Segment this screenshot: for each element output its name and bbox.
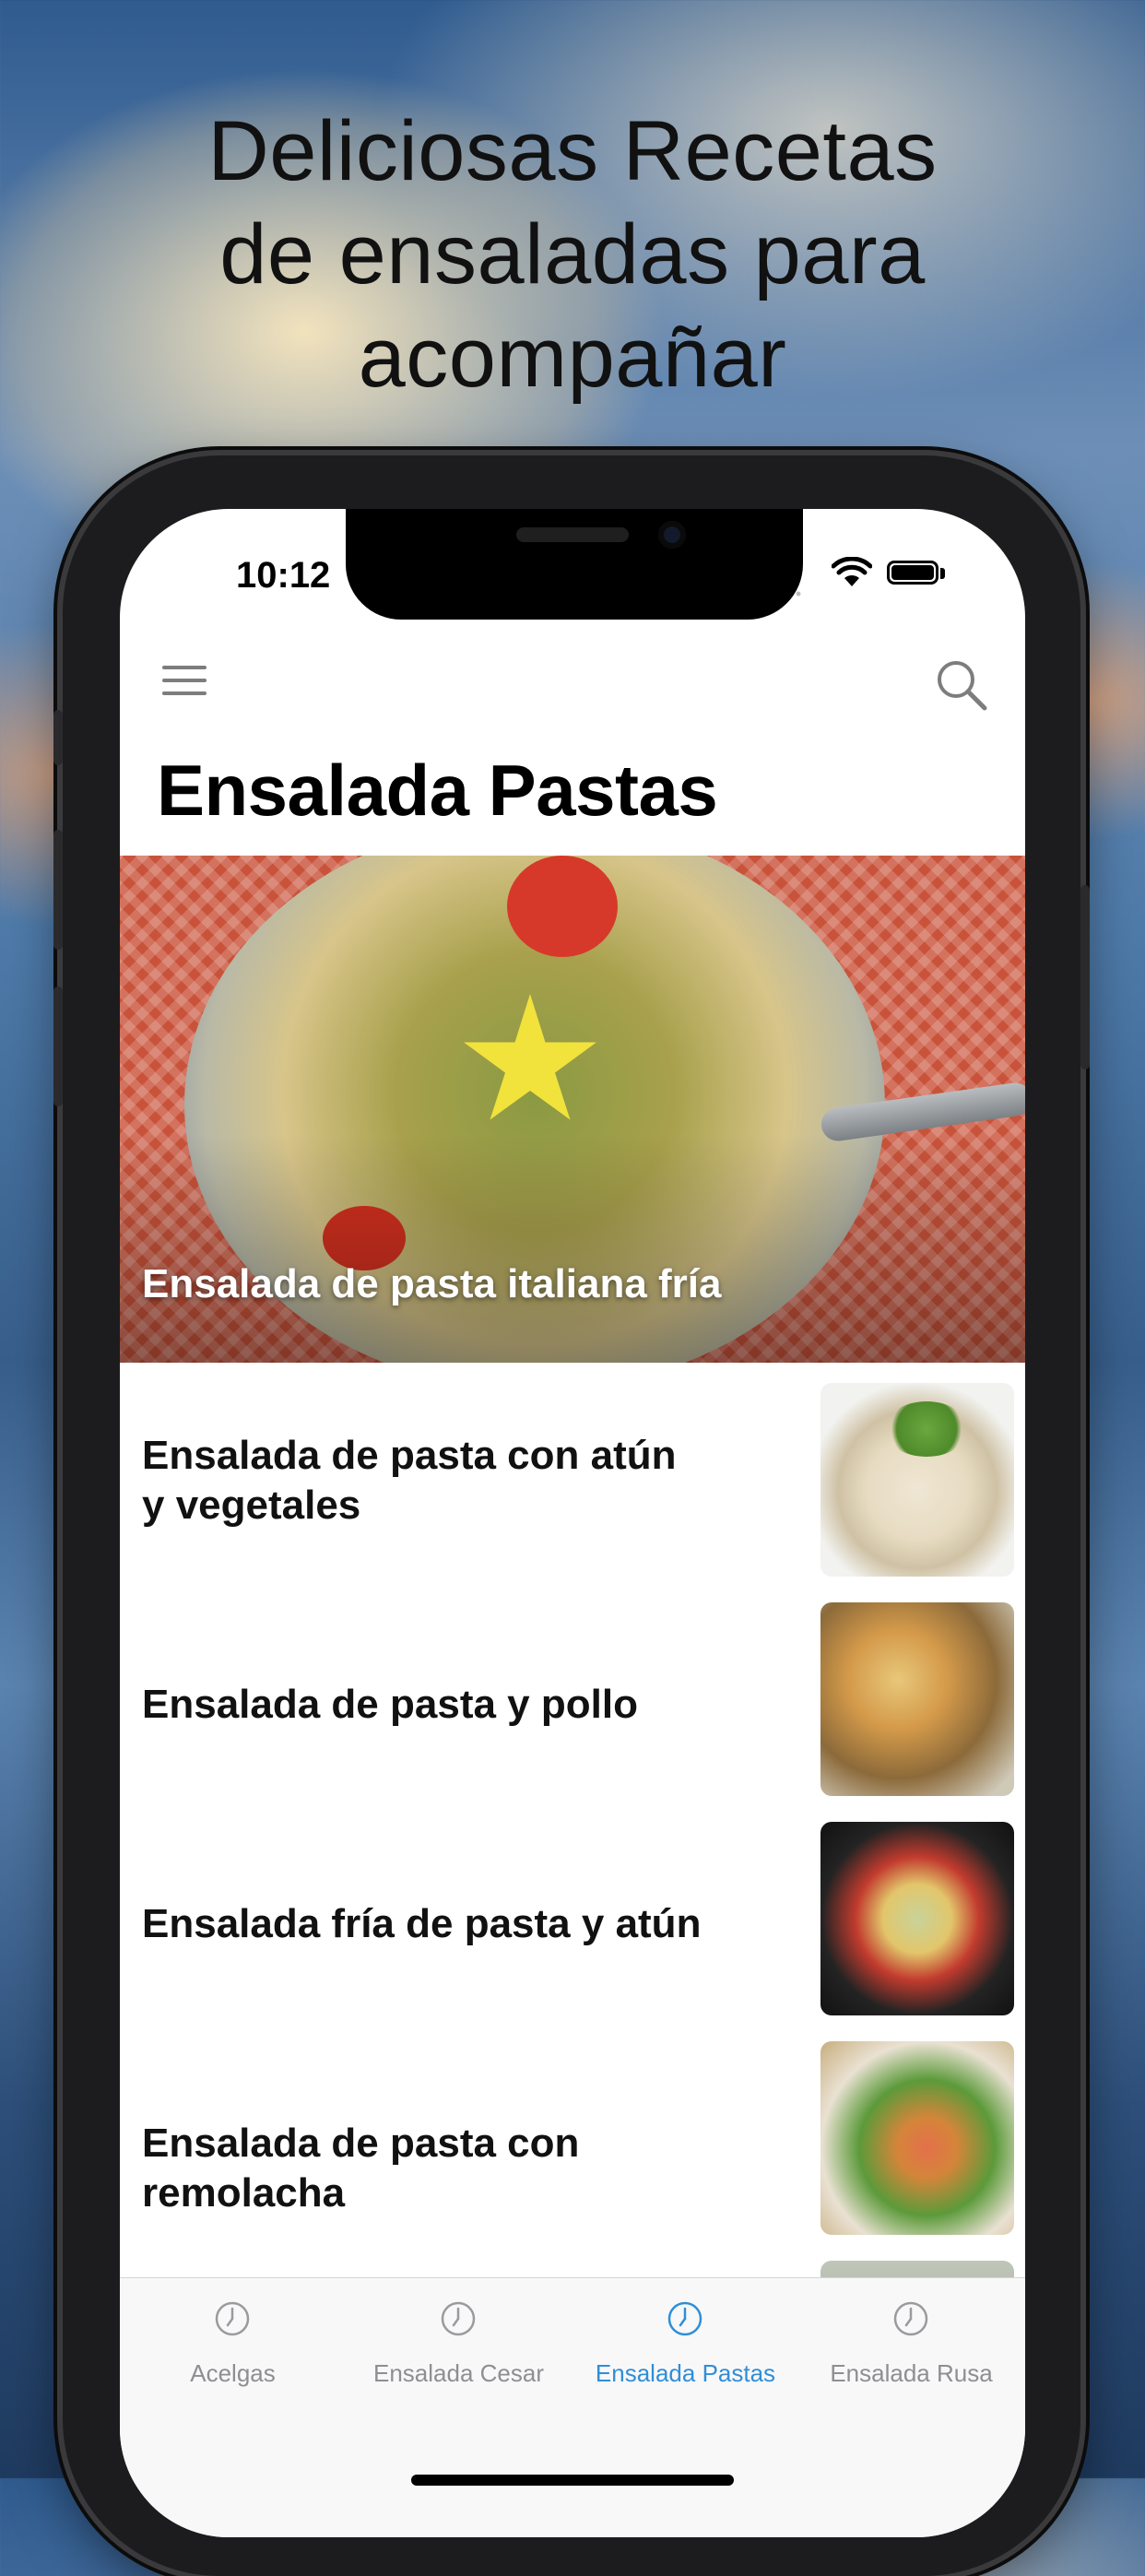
recipe-thumbnail [820,1822,1014,2015]
tab-ensalada-cesar[interactable]: Ensalada Cesar [346,2278,572,2416]
recipe-thumbnail [820,1383,1014,1577]
clock-icon [667,2301,702,2336]
headline-line-3: acompañar [358,311,787,405]
recipe-thumbnail [820,2041,1014,2235]
wifi-icon [832,557,872,586]
recipe-title: Ensalada de pasta y pollo [142,1682,638,1727]
earpiece-speaker [516,527,629,542]
recipe-thumbnail [820,1602,1014,1796]
page-title: Ensalada Pastas [157,750,718,831]
clock-icon [215,2301,250,2336]
promo-headline: Deliciosas Recetas de ensaladas para aco… [0,100,1145,409]
battery-icon [887,561,938,585]
recipe-thumbnail [820,2261,1014,2277]
search-icon[interactable] [933,656,988,712]
app-screen: 10:12 •••• Ensalada Pastas Ensalada de p… [120,509,1025,2537]
headline-line-1: Deliciosas Recetas [207,104,938,198]
tab-label: Acelgas [190,2359,276,2387]
recipe-row[interactable]: Ensalada de pasta con atún y vegetales [120,1376,1025,1593]
phone-power-button [1080,885,1090,1069]
recipe-row[interactable]: Ensalada de pasta y pollo [120,1595,1025,1813]
featured-recipe-card[interactable]: Ensalada de pasta italiana fría [120,856,1025,1363]
recipe-title: Ensalada de pasta con remolacha [142,2121,580,2216]
recipe-row-partial[interactable] [120,2253,1025,2277]
recipe-title: Ensalada de pasta con atún y vegetales [142,1433,677,1528]
recipe-row[interactable]: Ensalada fría de pasta y atún [120,1814,1025,2032]
recipe-title: Ensalada fría de pasta y atún [142,1901,702,1946]
phone-notch [346,509,803,620]
status-time: 10:12 [236,555,331,596]
phone-volume-down [53,987,63,1106]
recipe-row[interactable]: Ensalada de pasta con remolacha [120,2034,1025,2251]
tab-label: Ensalada Pastas [595,2359,776,2387]
tab-bar: Acelgas Ensalada Cesar Ensalada Pastas E… [120,2277,1025,2537]
front-camera [658,521,686,549]
featured-recipe-title: Ensalada de pasta italiana fría [142,1261,722,1306]
tab-ensalada-pastas[interactable]: Ensalada Pastas [572,2278,798,2416]
clock-icon [893,2301,928,2336]
clock-icon [441,2301,476,2336]
battery-cap [940,568,945,579]
phone-volume-up [53,830,63,950]
tab-acelgas[interactable]: Acelgas [120,2278,346,2416]
hamburger-menu-icon[interactable] [162,666,207,703]
tab-label: Ensalada Rusa [830,2359,993,2387]
headline-line-2: de ensaladas para [219,207,926,301]
home-indicator[interactable] [411,2475,734,2486]
tab-label: Ensalada Cesar [373,2359,544,2387]
phone-silent-switch [53,710,63,765]
tab-ensalada-rusa[interactable]: Ensalada Rusa [798,2278,1024,2416]
